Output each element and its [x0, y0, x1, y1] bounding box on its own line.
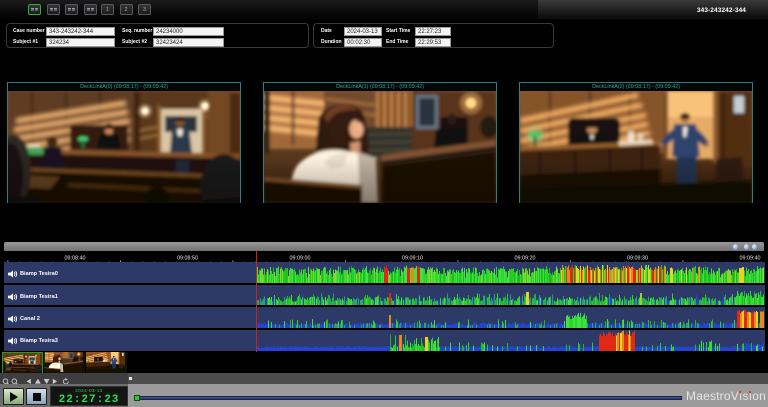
svg-text:09:09:40: 09:09:40 [740, 256, 761, 262]
svg-text:09:08:50: 09:08:50 [177, 256, 198, 262]
svg-text:09:09:10: 09:09:10 [402, 256, 423, 262]
svg-text:09:09:30: 09:09:30 [627, 256, 648, 262]
svg-text:09:09:00: 09:09:00 [290, 256, 311, 262]
svg-text:09:08:40: 09:08:40 [65, 256, 86, 262]
svg-text:09:09:20: 09:09:20 [515, 256, 536, 262]
